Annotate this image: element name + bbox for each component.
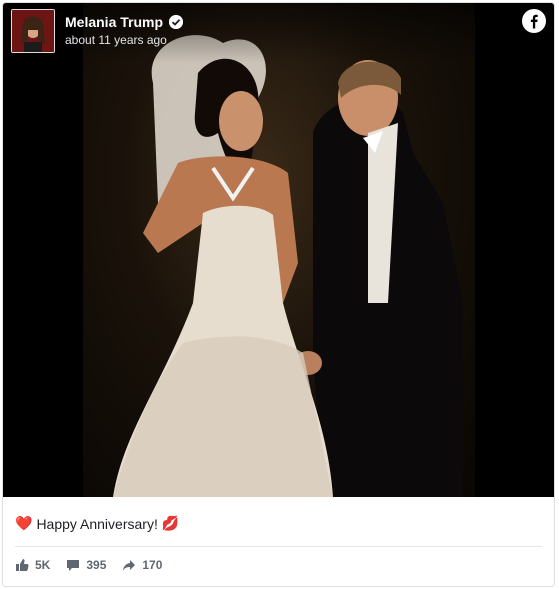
post-timestamp[interactable]: about 11 years ago (65, 33, 167, 47)
caption-divider (15, 546, 542, 547)
shares-count: 170 (142, 558, 163, 572)
kiss-emoji: 💋 (161, 515, 180, 531)
author-name[interactable]: Melania Trump (65, 14, 163, 30)
thumbs-up-icon (16, 559, 29, 571)
author-name-row: Melania Trump (65, 14, 184, 30)
post-media[interactable]: Melania Trump about 11 years ago (3, 3, 554, 497)
embedded-facebook-post: Melania Trump about 11 years ago ❤️ Happ… (2, 2, 555, 587)
photo-illustration (113, 35, 463, 497)
post-header: Melania Trump about 11 years ago (3, 3, 554, 63)
facebook-logo-icon[interactable] (522, 9, 546, 33)
author-avatar[interactable] (11, 9, 55, 53)
caption-text: Happy Anniversary! (36, 515, 158, 532)
likes-stat[interactable]: 5K (15, 558, 50, 572)
avatar-image (12, 10, 54, 52)
comments-stat[interactable]: 395 (66, 558, 106, 572)
likes-count: 5K (35, 558, 51, 572)
wedding-photo[interactable] (83, 3, 475, 497)
post-caption: ❤️ Happy Anniversary! 💋 (15, 515, 179, 532)
engagement-stats: 5K 395 170 (15, 558, 162, 572)
verified-badge-icon (169, 15, 184, 29)
comments-count: 395 (86, 558, 107, 572)
share-icon (123, 560, 136, 571)
shares-stat[interactable]: 170 (122, 558, 162, 572)
heart-emoji: ❤️ (15, 515, 33, 531)
comment-icon (67, 560, 80, 571)
